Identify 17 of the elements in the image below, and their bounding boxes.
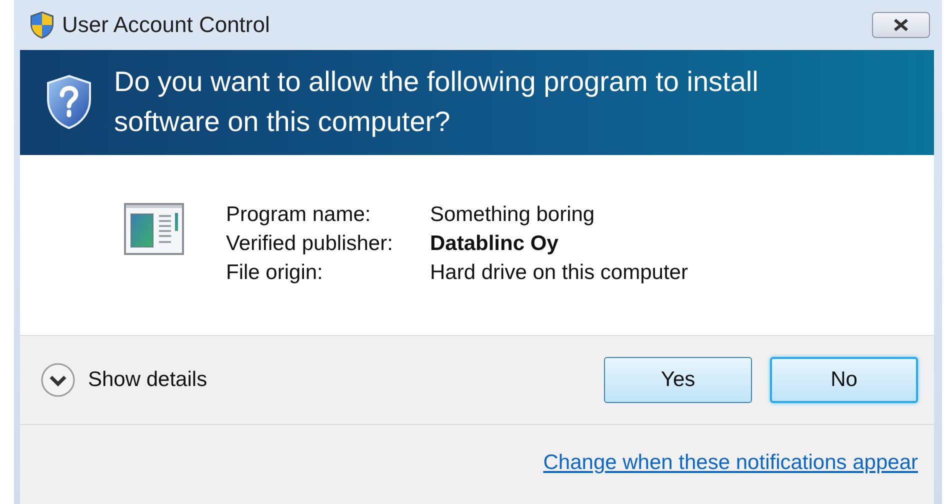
detail-label: Verified publisher: [226,232,394,256]
detail-label: Program name: [226,203,372,227]
detail-label: File origin: [226,261,324,285]
window-title: User Account Control [62,12,271,38]
dialog-button[interactable]: No [770,357,918,403]
dialog-button[interactable]: Yes [604,357,752,403]
question-heading: Do you want to allow the following program to install software on this computer? [114,65,760,139]
detail-value: Hard drive on this computer [430,261,688,285]
show-details-button[interactable]: Show details [40,362,586,398]
detail-value: Something boring [430,203,596,227]
settings-link[interactable]: Change when these notifications appear [543,451,918,475]
shield-icon [30,11,54,39]
program-icon [124,203,184,255]
detail-value: Datablinc Oy [430,232,560,256]
close-icon [891,18,911,32]
close-button[interactable] [872,12,930,38]
shield-question-icon [46,74,92,130]
